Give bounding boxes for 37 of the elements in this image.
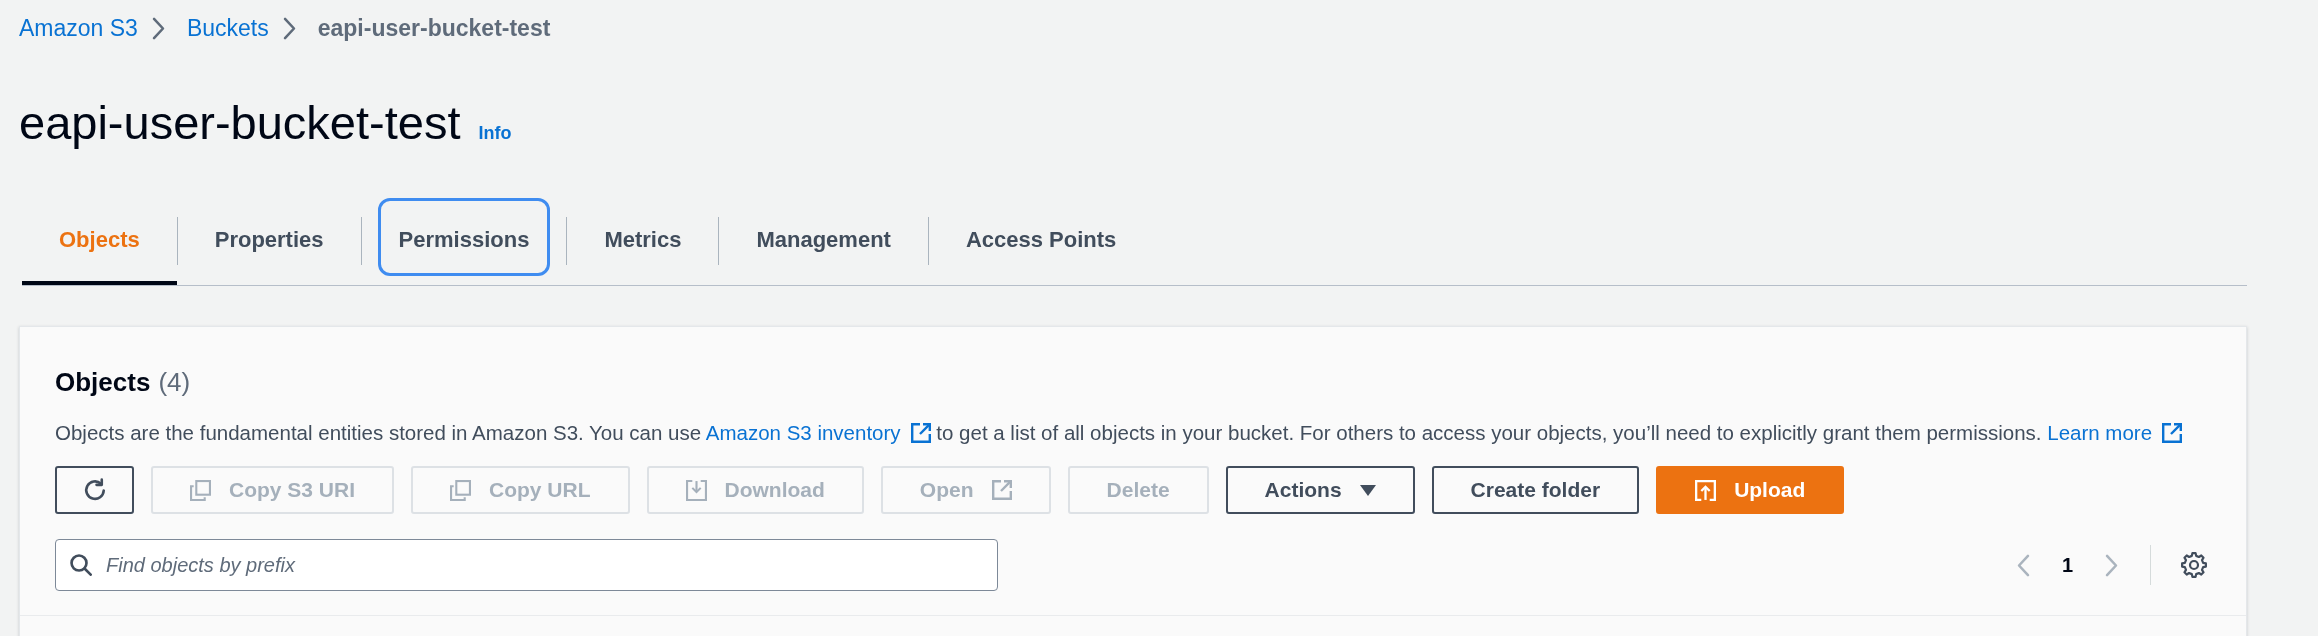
info-link[interactable]: Info bbox=[478, 120, 512, 147]
tab[interactable]: Metrics bbox=[567, 197, 719, 285]
external-link[interactable]: Learn more bbox=[2047, 421, 2183, 444]
refresh-button[interactable] bbox=[55, 466, 134, 514]
refresh-icon bbox=[82, 478, 107, 502]
description-text: Objects are the fundamental entities stored in Amazon S3. You can use Amazon S3 inventory to get a list of all objects in your bucket. For others to access your objects, you’ll need to explicitly grant them permissions. Learn more bbox=[55, 419, 2211, 446]
panel-heading: Objects bbox=[55, 366, 151, 399]
chevron-right-icon bbox=[151, 16, 165, 40]
copy-icon bbox=[450, 479, 472, 501]
breadcrumb-link[interactable]: Amazon S3 bbox=[19, 10, 138, 46]
chevron-left-icon bbox=[2016, 553, 2030, 577]
chevron-right-icon bbox=[282, 16, 296, 40]
caret-down-icon bbox=[1359, 484, 1376, 496]
external-link-icon bbox=[910, 423, 931, 443]
page-title: eapi-user-bucket-test bbox=[19, 96, 461, 150]
chevron-right-icon bbox=[2105, 553, 2118, 577]
tab[interactable]: Objects bbox=[22, 197, 177, 285]
tab[interactable]: Access Points bbox=[928, 197, 1154, 285]
object-count: (4) bbox=[158, 366, 191, 399]
breadcrumb-current: eapi-user-bucket-test bbox=[317, 13, 551, 43]
external-link-icon bbox=[2162, 423, 2183, 443]
external-link-icon bbox=[991, 480, 1012, 500]
page-number[interactable]: 1 bbox=[2061, 550, 2073, 580]
toolbar-button[interactable]: Create folder bbox=[1431, 466, 1640, 514]
tab[interactable]: Properties bbox=[177, 197, 361, 285]
search-field[interactable]: Find objects by prefix bbox=[55, 539, 998, 591]
toolbar-button[interactable]: Actions bbox=[1225, 466, 1415, 514]
breadcrumb-link[interactable]: Buckets bbox=[186, 10, 269, 46]
copy-icon bbox=[190, 479, 211, 501]
tab[interactable]: Management bbox=[719, 197, 928, 285]
settings-icon bbox=[2181, 552, 2207, 578]
toolbar-button[interactable]: Upload bbox=[1656, 466, 1845, 514]
search-icon bbox=[70, 554, 92, 576]
external-link[interactable]: Amazon S3 inventory bbox=[705, 421, 931, 444]
download-icon bbox=[685, 479, 707, 501]
upload-icon bbox=[1695, 479, 1717, 501]
settings-button[interactable] bbox=[2181, 552, 2207, 578]
